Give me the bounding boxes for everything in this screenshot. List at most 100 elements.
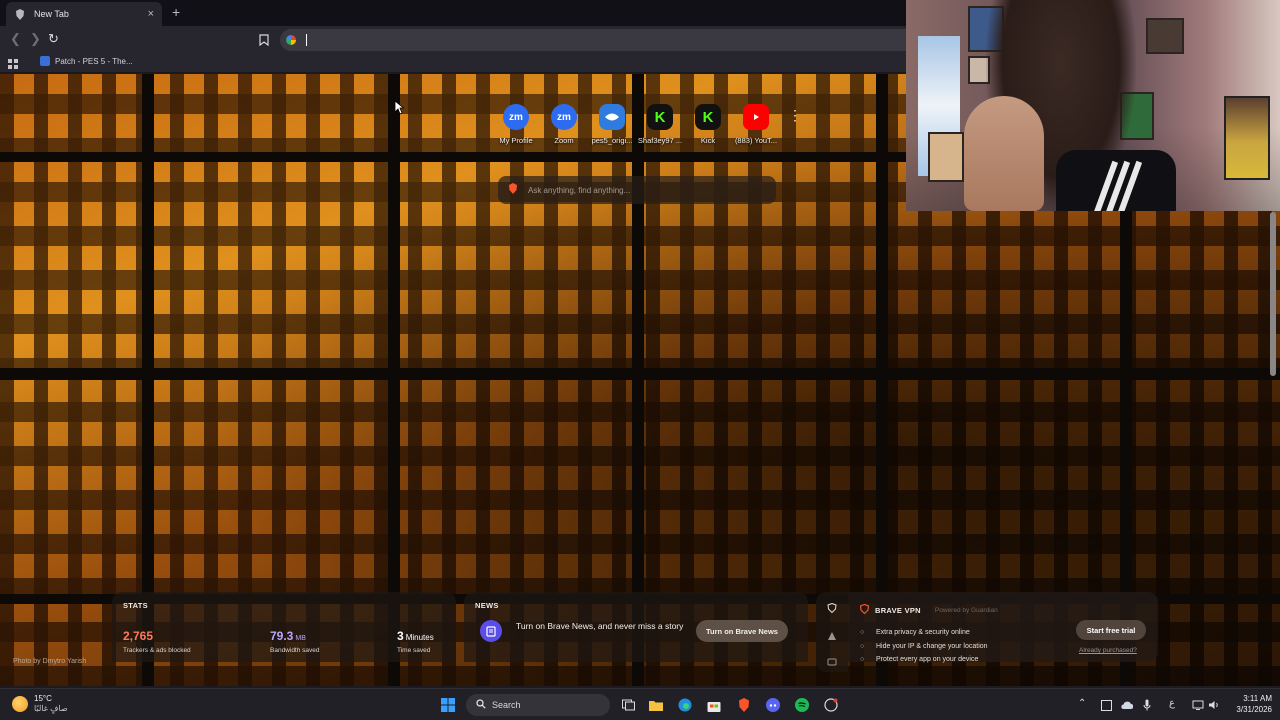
spotify-icon[interactable] <box>794 697 810 713</box>
zoom-icon: zm <box>503 104 529 130</box>
top-site-kick[interactable]: K Kick <box>684 104 732 154</box>
clock-time: 3:11 AM <box>1243 694 1272 703</box>
clock-date: 3/31/2026 <box>1236 705 1272 714</box>
bookmark-icon[interactable] <box>259 33 269 51</box>
top-site-shaf3ey97[interactable]: K Shaf3ey97 ... <box>636 104 684 154</box>
weather-condition: صافٍ غالبًا <box>34 704 68 713</box>
language-indicator[interactable]: ع <box>1169 698 1175 710</box>
top-site-my-profile[interactable]: zm My Profile <box>492 104 540 154</box>
google-icon <box>286 35 296 45</box>
discord-icon[interactable] <box>765 697 781 713</box>
check-icon: ○ <box>860 642 865 650</box>
vpn-shield-icon <box>859 601 870 619</box>
task-view-icon[interactable] <box>620 697 636 713</box>
vpn-shield-icon[interactable] <box>827 600 837 614</box>
chevron-up-icon[interactable]: ⌃ <box>1078 698 1086 710</box>
onedrive-icon[interactable] <box>1118 697 1134 713</box>
news-icon <box>480 620 502 642</box>
frame-beam <box>0 368 1280 380</box>
cards-icon[interactable] <box>827 654 837 666</box>
stat-trackers-label: Trackers & ads blocked <box>123 647 191 654</box>
tray-app-icon[interactable] <box>1098 697 1114 713</box>
top-site-pes5[interactable]: pes5_origi... <box>588 104 636 154</box>
file-explorer-icon[interactable] <box>648 697 664 713</box>
screen: New Tab × + ❮ ❯ ↻ Patch - PES 5 - The... <box>0 0 1280 720</box>
top-site-zoom[interactable]: zm Zoom <box>540 104 588 154</box>
vpn-feature-label: Hide your IP & change your location <box>876 642 988 650</box>
apps-grid-icon[interactable] <box>8 57 19 75</box>
taskbar-clock[interactable]: 3:11 AM 3/31/2026 <box>1222 693 1272 715</box>
stat-time-value: 3 <box>397 629 404 643</box>
taskbar-search-label: Search <box>492 700 521 710</box>
top-site-label: Zoom <box>554 136 574 145</box>
vpn-feature-label: Extra privacy & security online <box>876 629 970 637</box>
more-options-icon[interactable]: ⋮ <box>788 108 802 122</box>
news-widget: NEWS Turn on Brave News, and never miss … <box>464 592 808 662</box>
stats-title: STATS <box>123 601 148 610</box>
widget-side-rail <box>816 592 848 672</box>
stat-bandwidth-label: Bandwidth saved <box>270 647 320 654</box>
top-site-label: pes5_origi... <box>591 136 633 145</box>
vpn-title: BRAVE VPN <box>875 605 921 615</box>
already-purchased-link[interactable]: Already purchased? <box>1079 647 1137 654</box>
start-free-trial-button[interactable]: Start free trial <box>1076 620 1146 640</box>
reload-icon[interactable]: ↻ <box>48 31 59 47</box>
app-icon[interactable] <box>823 697 839 713</box>
brave-search-box[interactable] <box>498 176 776 204</box>
bookmark-item[interactable]: Patch - PES 5 - The... <box>40 56 133 66</box>
back-icon[interactable]: ❮ <box>10 32 21 46</box>
stats-widget: STATS 2,765 Trackers & ads blocked 79.3 M… <box>112 592 456 662</box>
microphone-icon[interactable] <box>1139 697 1155 713</box>
tab-new-tab[interactable]: New Tab × <box>6 2 162 26</box>
kick-icon: K <box>647 104 673 130</box>
pes5-icon <box>599 104 625 130</box>
page-scrollbar[interactable] <box>1270 212 1276 376</box>
address-input[interactable] <box>307 34 867 46</box>
stat-bandwidth-value: 79.3 <box>270 629 294 643</box>
news-promo-text: Turn on Brave News, and never miss a sto… <box>516 621 684 631</box>
top-sites: zm My Profile zm Zoom pes5_origi... K Sh… <box>492 104 802 154</box>
weather-widget[interactable]: 15°C صافٍ غالبًا <box>12 694 68 713</box>
webcam-person-face <box>964 96 1044 211</box>
weather-temp: 15°C <box>34 694 52 703</box>
stat-time: 3 Minutes Time saved <box>397 629 434 654</box>
store-icon[interactable] <box>706 697 722 713</box>
turn-on-news-button[interactable]: Turn on Brave News <box>696 620 788 642</box>
new-tab-button[interactable]: + <box>172 4 180 20</box>
tab-close-icon[interactable]: × <box>148 8 154 20</box>
bookmark-favicon-icon <box>40 56 50 66</box>
talk-icon[interactable] <box>827 628 837 640</box>
webcam-poster <box>1146 18 1184 54</box>
stat-bandwidth-unit: MB <box>295 635 306 642</box>
windows-start-icon[interactable] <box>440 697 456 713</box>
bookmark-label: Patch - PES 5 - The... <box>55 56 133 66</box>
weather-sun-icon <box>12 695 28 712</box>
list-item: ○ Protect every app on your device <box>860 653 1146 667</box>
taskbar-search[interactable]: Search <box>466 694 610 716</box>
news-title: NEWS <box>475 601 499 610</box>
top-site-label: (883) YouT... <box>734 136 778 145</box>
photo-credit[interactable]: Photo by Dmytro Yarish <box>13 658 86 665</box>
stat-time-unit: Minutes <box>405 633 434 642</box>
volume-icon[interactable] <box>1206 697 1222 713</box>
edge-icon[interactable] <box>677 697 693 713</box>
forward-icon[interactable]: ❯ <box>30 32 41 46</box>
brave-vpn-widget: BRAVE VPN Powered by Guardian ○ Extra pri… <box>848 592 1158 663</box>
top-site-label: Shaf3ey97 ... <box>637 136 683 145</box>
kick-icon: K <box>695 104 721 130</box>
webcam-overlay <box>906 0 1280 211</box>
top-site-youtube[interactable]: (883) YouT... <box>732 104 780 154</box>
vpn-feature-label: Protect every app on your device <box>876 656 979 664</box>
vpn-powered-by: Powered by Guardian <box>934 606 998 614</box>
mouse-cursor-icon <box>394 100 405 120</box>
top-site-label: Kick <box>700 136 716 145</box>
brave-search-input[interactable] <box>528 185 758 195</box>
brave-icon <box>14 8 26 20</box>
address-bar[interactable] <box>280 29 920 51</box>
webcam-poster <box>928 132 964 182</box>
brave-taskbar-icon[interactable] <box>736 697 752 713</box>
network-icon[interactable] <box>1190 697 1206 713</box>
brave-lion-icon <box>508 181 518 199</box>
stat-trackers: 2,765 Trackers & ads blocked <box>123 629 191 654</box>
stat-trackers-value: 2,765 <box>123 629 154 643</box>
